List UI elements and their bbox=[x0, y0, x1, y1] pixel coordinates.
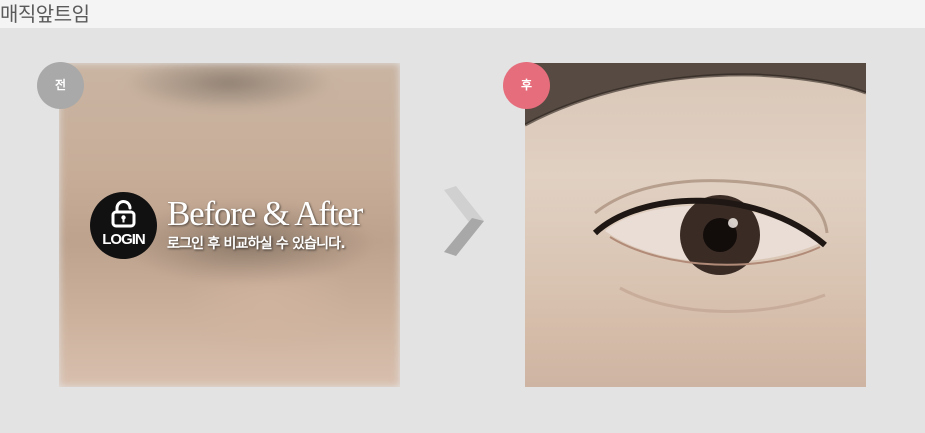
login-overlay[interactable]: LOGIN Before & After 로그인 후 비교하실 수 있습니다. bbox=[90, 192, 380, 262]
before-badge: 전 bbox=[37, 62, 84, 109]
after-image-panel bbox=[525, 63, 866, 387]
after-badge: 후 bbox=[503, 62, 550, 109]
before-image-panel: LOGIN Before & After 로그인 후 비교하실 수 있습니다. bbox=[59, 63, 400, 387]
before-after-heading: Before & After bbox=[167, 194, 363, 233]
login-notice: 로그인 후 비교하실 수 있습니다. bbox=[167, 236, 346, 252]
chevron-right-icon bbox=[444, 186, 484, 256]
page-title: 매직앞트임 bbox=[0, 2, 90, 26]
login-label: LOGIN bbox=[102, 231, 146, 248]
lock-icon bbox=[111, 200, 136, 228]
title-bar: 매직앞트임 bbox=[0, 0, 925, 28]
eye-illustration bbox=[525, 63, 866, 313]
login-button[interactable]: LOGIN bbox=[90, 192, 157, 259]
